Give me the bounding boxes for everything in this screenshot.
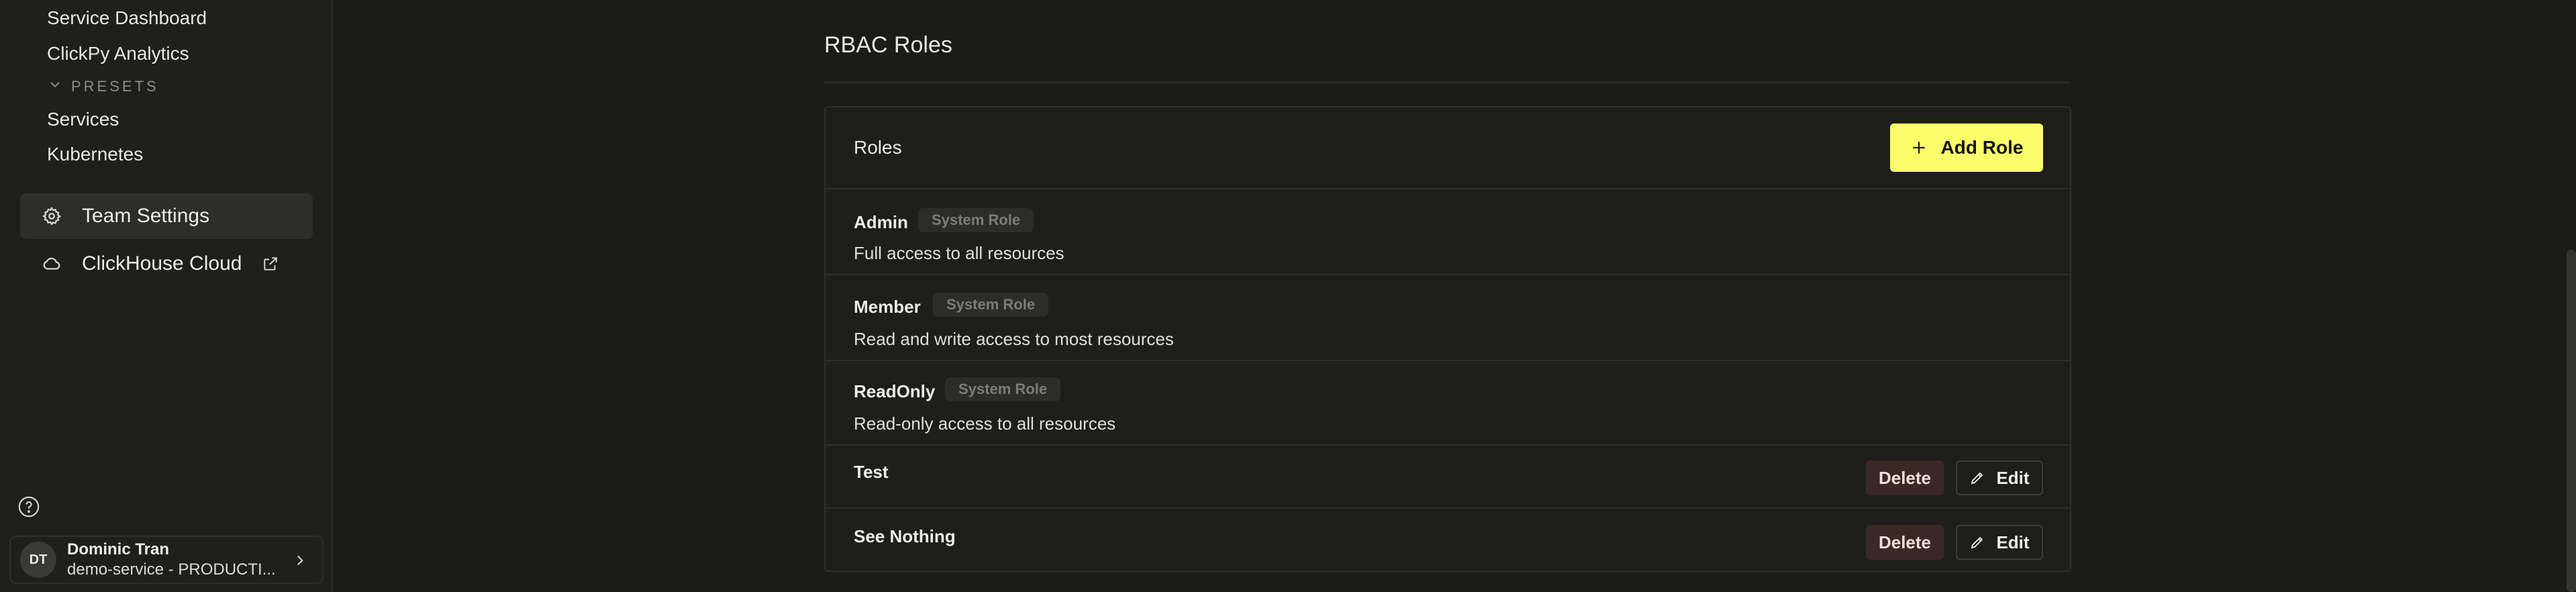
role-name: Admin	[854, 212, 908, 232]
roles-card-title: Roles	[854, 137, 902, 158]
role-row-see-nothing: See Nothing Delete Edit	[826, 509, 2070, 572]
add-role-button[interactable]: Add Role	[1890, 124, 2043, 172]
role-name: Member	[854, 297, 921, 317]
edit-role-button[interactable]: Edit	[1956, 525, 2043, 560]
team-settings-label: Team Settings	[82, 205, 210, 227]
gear-icon	[42, 206, 62, 226]
user-name: Dominic Tran	[67, 540, 170, 558]
system-role-badge: System Role	[945, 377, 1061, 401]
cloud-icon	[42, 254, 62, 274]
role-description: Full access to all resources	[854, 243, 1064, 263]
help-icon[interactable]	[17, 495, 40, 518]
system-role-badge: System Role	[918, 208, 1034, 232]
sidebar-link-service-dashboard[interactable]: Service Dashboard	[47, 7, 207, 30]
roles-card: Roles Add Role Admin System Role Full ac…	[824, 106, 2071, 572]
presets-section-toggle[interactable]: PRESETS	[48, 78, 159, 95]
edit-label: Edit	[1996, 467, 2030, 488]
clickhouse-cloud-label: ClickHouse Cloud	[82, 252, 242, 275]
sidebar-item-team-settings[interactable]: Team Settings	[20, 193, 313, 239]
sidebar-preset-kubernetes[interactable]: Kubernetes	[47, 143, 143, 166]
user-menu[interactable]: DT Dominic Tran demo-service - PRODUCTI.…	[9, 536, 324, 584]
chevron-right-icon	[291, 552, 309, 569]
role-row-admin: Admin System Role Full access to all res…	[826, 189, 2070, 275]
pencil-icon	[1969, 534, 1985, 550]
role-name: See Nothing	[854, 526, 956, 546]
sidebar-preset-services[interactable]: Services	[47, 108, 119, 131]
title-divider	[824, 82, 2070, 83]
roles-card-header: Roles Add Role	[826, 107, 2070, 189]
plus-icon	[1910, 139, 1928, 156]
page-scrollbar[interactable]	[2567, 250, 2576, 592]
user-service: demo-service - PRODUCTI...	[67, 560, 276, 579]
role-row-readonly: ReadOnly System Role Read-only access to…	[826, 361, 2070, 446]
app-root: Service Dashboard ClickPy Analytics PRES…	[0, 0, 2576, 592]
presets-header: PRESETS	[71, 78, 159, 95]
delete-role-button[interactable]: Delete	[1866, 460, 1944, 495]
page-title: RBAC Roles	[824, 32, 952, 58]
chevron-down-icon	[48, 78, 62, 95]
sidebar-link-clickpy-analytics[interactable]: ClickPy Analytics	[47, 42, 189, 65]
role-row-test: Test Delete Edit	[826, 446, 2070, 509]
role-row-member: Member System Role Read and write access…	[826, 275, 2070, 361]
role-description: Read and write access to most resources	[854, 329, 1174, 349]
edit-role-button[interactable]: Edit	[1956, 460, 2043, 495]
role-name: Test	[854, 462, 889, 482]
edit-label: Edit	[1996, 532, 2030, 552]
role-description: Read-only access to all resources	[854, 413, 1116, 434]
external-link-icon	[262, 255, 279, 273]
add-role-label: Add Role	[1940, 137, 2024, 158]
sidebar-item-clickhouse-cloud[interactable]: ClickHouse Cloud	[20, 241, 313, 287]
avatar: DT	[20, 542, 56, 578]
system-role-badge: System Role	[933, 293, 1049, 317]
role-name: ReadOnly	[854, 381, 936, 401]
pencil-icon	[1969, 470, 1985, 486]
sidebar: Service Dashboard ClickPy Analytics PRES…	[0, 0, 333, 592]
delete-role-button[interactable]: Delete	[1866, 525, 1944, 560]
